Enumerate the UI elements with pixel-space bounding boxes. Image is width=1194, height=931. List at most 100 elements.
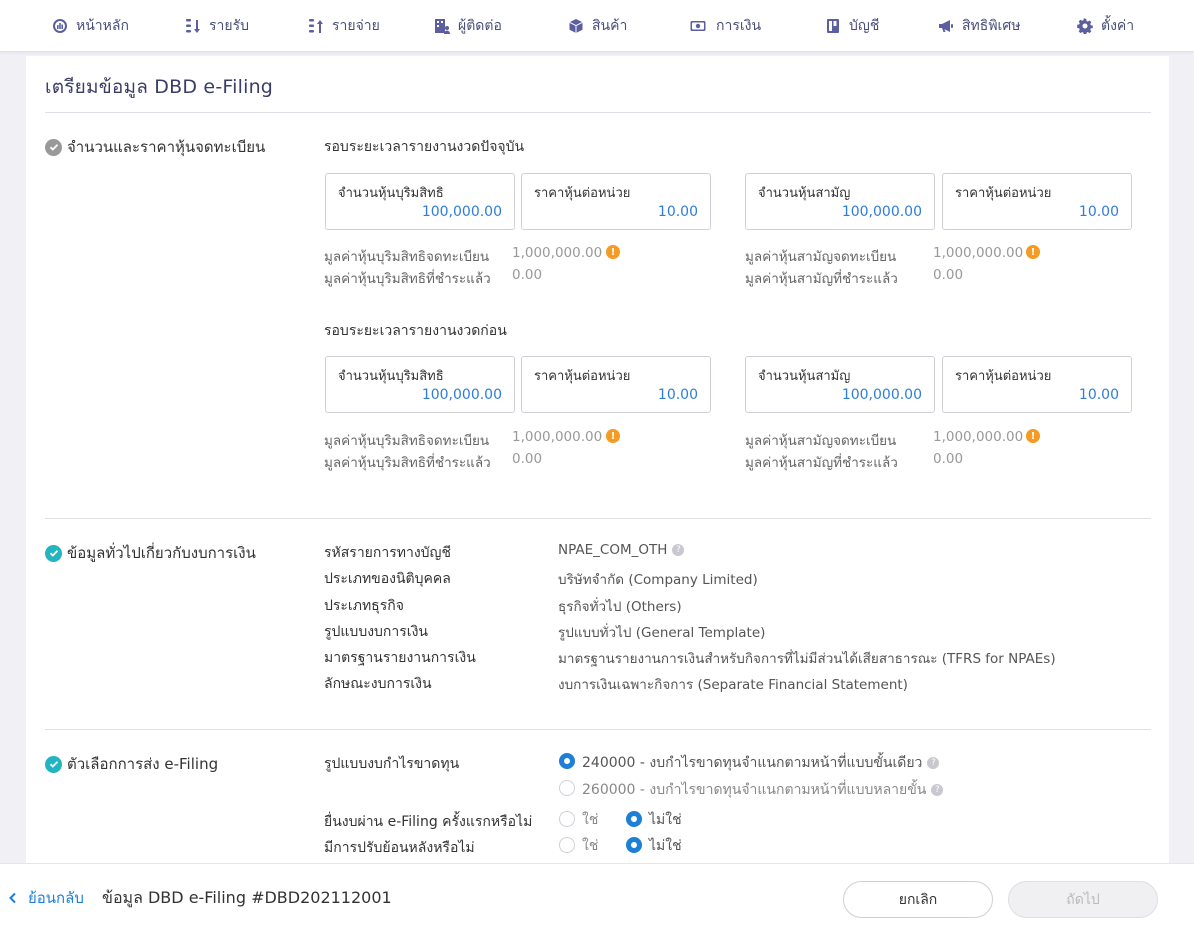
field-label: จำนวนหุ้นสามัญ <box>758 186 851 201</box>
cancel-button[interactable]: ยกเลิก <box>843 881 993 918</box>
field-value: 10.00 <box>657 204 698 220</box>
help-icon[interactable]: ? <box>931 784 944 796</box>
nav-settings-label: ตั้งค่า <box>1101 18 1135 34</box>
efiling-section-label: ตัวเลือกการส่ง e-Filing <box>67 755 219 773</box>
preferred-paid-value: 0.00 <box>512 451 543 467</box>
restated-yes-radio[interactable] <box>559 837 575 853</box>
warning-icon: ! <box>1026 245 1040 259</box>
pl-option-single-step-radio[interactable] <box>559 753 575 769</box>
megaphone-icon <box>939 20 953 32</box>
general-section-title: ข้อมูลทั่วไปเกี่ยวกับงบการเงิน <box>45 541 256 565</box>
nav-accounting[interactable]: บัญชี <box>825 0 879 52</box>
common-paid-label: มูลค่าหุ้นสามัญที่ชำระแล้ว <box>745 271 898 287</box>
field-value: 100,000.00 <box>421 204 502 220</box>
preferred-share-price-field[interactable]: ราคาหุ้นต่อหน่วย 10.00 <box>521 173 711 230</box>
field-value: 10.00 <box>1078 387 1119 403</box>
dashboard-icon <box>53 19 67 33</box>
nav-home[interactable]: หน้าหลัก <box>52 0 129 52</box>
pl-option-multi-step-radio[interactable] <box>559 780 575 796</box>
first-time-yes-radio[interactable] <box>559 811 575 827</box>
reporting-standard-value: มาตรฐานรายงานการเงินสำหรับกิจการที่ไม่มี… <box>558 651 1056 667</box>
shares-section-title: จำนวนและราคาหุ้นจดทะเบียน <box>45 135 265 159</box>
preferred-share-count-field[interactable]: จำนวนหุ้นบุริมสิทธิ 100,000.00 <box>325 356 515 413</box>
nav-expense[interactable]: รายจ่าย <box>308 0 380 52</box>
expense-icon <box>309 19 323 33</box>
product-box-icon <box>569 19 583 33</box>
preferred-paid-value: 0.00 <box>512 267 543 283</box>
current-period-heading: รอบระยะเวลารายงานงวดปัจจุบัน <box>324 139 525 155</box>
nav-finance[interactable]: การเงิน <box>688 0 761 52</box>
nav-contacts[interactable]: ผู้ติดต่อ <box>434 0 502 52</box>
preferred-paid-label: มูลค่าหุ้นบุริมสิทธิที่ชำระแล้ว <box>324 455 491 471</box>
nav-products[interactable]: สินค้า <box>568 0 627 52</box>
page-title: เตรียมข้อมูล DBD e-Filing <box>45 76 274 98</box>
nav-finance-label: การเงิน <box>716 18 762 34</box>
top-navigation: หน้าหลัก รายรับ รายจ่าย ผู้ติดต่อ สินค้า… <box>0 0 1194 52</box>
previous-period-heading: รอบระยะเวลารายงานงวดก่อน <box>324 323 507 339</box>
divider <box>45 518 1151 519</box>
field-value: 10.00 <box>657 387 698 403</box>
warning-icon: ! <box>1026 429 1040 443</box>
check-circle-icon <box>45 544 62 562</box>
back-button[interactable]: ย้อนกลับ <box>8 886 84 910</box>
income-icon <box>186 19 200 33</box>
field-label: จำนวนหุ้นบุริมสิทธิ <box>338 369 444 384</box>
business-type-value: ธุรกิจทั่วไป (Others) <box>558 599 682 615</box>
pl-option-multi-step-label: 260000 - งบกำไรขาดทุนจำแนกตามหน้าที่แบบห… <box>582 779 944 801</box>
next-button[interactable]: ถัดไป <box>1008 881 1158 918</box>
preferred-share-count-field[interactable]: จำนวนหุ้นบุริมสิทธิ 100,000.00 <box>325 173 515 230</box>
account-code-label: รหัสรายการทางบัญชี <box>324 545 451 561</box>
field-value: 10.00 <box>1078 204 1119 220</box>
field-value: 100,000.00 <box>421 387 502 403</box>
help-icon[interactable]: ? <box>672 544 685 556</box>
statement-nature-value: งบการเงินเฉพาะกิจการ (Separate Financial… <box>558 677 908 693</box>
divider <box>45 112 1151 113</box>
common-registered-label: มูลค่าหุ้นสามัญจดทะเบียน <box>745 433 897 449</box>
general-section-label: ข้อมูลทั่วไปเกี่ยวกับงบการเงิน <box>67 544 256 562</box>
common-share-price-field[interactable]: ราคาหุ้นต่อหน่วย 10.00 <box>942 173 1132 230</box>
money-icon <box>690 21 706 31</box>
ledger-icon <box>827 19 839 33</box>
first-time-no-label: ไม่ใช่ <box>649 812 682 828</box>
field-label: ราคาหุ้นต่อหน่วย <box>955 369 1052 384</box>
common-paid-value: 0.00 <box>933 451 964 467</box>
restated-no-label: ไม่ใช่ <box>649 838 682 854</box>
common-share-count-field[interactable]: จำนวนหุ้นสามัญ 100,000.00 <box>745 173 935 230</box>
nav-privileges-label: สิทธิพิเศษ <box>962 18 1021 34</box>
preferred-share-price-field[interactable]: ราคาหุ้นต่อหน่วย 10.00 <box>521 356 711 413</box>
help-icon[interactable]: ? <box>927 757 940 769</box>
field-value: 100,000.00 <box>841 204 922 220</box>
restated-no-radio[interactable] <box>626 837 642 853</box>
nav-products-label: สินค้า <box>592 18 628 34</box>
nav-contacts-label: ผู้ติดต่อ <box>458 18 502 34</box>
pl-option-text: 240000 - งบกำไรขาดทุนจำแนกตามหน้าที่แบบข… <box>582 755 923 771</box>
bottom-action-bar: ย้อนกลับ ข้อมูล DBD e-Filing #DBD2021120… <box>0 863 1194 931</box>
preferred-registered-label: มูลค่าหุ้นบุริมสิทธิจดทะเบียน <box>324 249 490 265</box>
statement-nature-label: ลักษณะงบการเงิน <box>324 676 432 692</box>
field-value: 100,000.00 <box>841 387 922 403</box>
common-share-price-field[interactable]: ราคาหุ้นต่อหน่วย 10.00 <box>942 356 1132 413</box>
first-time-no-radio[interactable] <box>626 811 642 827</box>
common-share-count-field[interactable]: จำนวนหุ้นสามัญ 100,000.00 <box>745 356 935 413</box>
efiling-section-title: ตัวเลือกการส่ง e-Filing <box>45 752 218 776</box>
reporting-standard-label: มาตรฐานรายงานการเงิน <box>324 650 476 666</box>
business-type-label: ประเภทธุรกิจ <box>324 598 404 614</box>
common-paid-value: 0.00 <box>933 267 964 283</box>
nav-income[interactable]: รายรับ <box>185 0 249 52</box>
first-time-filing-label: ยื่นงบผ่าน e-Filing ครั้งแรกหรือไม่ <box>324 814 533 830</box>
account-code-value: NPAE_COM_OTH? <box>558 542 685 558</box>
field-label: ราคาหุ้นต่อหน่วย <box>955 186 1052 201</box>
main-card: เตรียมข้อมูล DBD e-Filing จำนวนและราคาหุ… <box>26 56 1169 876</box>
pl-option-single-step-label: 240000 - งบกำไรขาดทุนจำแนกตามหน้าที่แบบข… <box>582 752 940 774</box>
divider <box>45 729 1151 730</box>
warning-icon: ! <box>606 245 620 259</box>
warning-icon: ! <box>606 429 620 443</box>
nav-settings[interactable]: ตั้งค่า <box>1077 0 1134 52</box>
first-time-yes-label: ใช่ <box>582 812 599 828</box>
nav-privileges[interactable]: สิทธิพิเศษ <box>938 0 1020 52</box>
statement-format-value: รูปแบบทั่วไป (General Template) <box>558 625 766 641</box>
common-paid-label: มูลค่าหุ้นสามัญที่ชำระแล้ว <box>745 455 898 471</box>
common-registered-value: 1,000,000.00 <box>933 245 1024 261</box>
shares-section-label: จำนวนและราคาหุ้นจดทะเบียน <box>67 138 266 156</box>
preferred-paid-label: มูลค่าหุ้นบุริมสิทธิที่ชำระแล้ว <box>324 271 491 287</box>
